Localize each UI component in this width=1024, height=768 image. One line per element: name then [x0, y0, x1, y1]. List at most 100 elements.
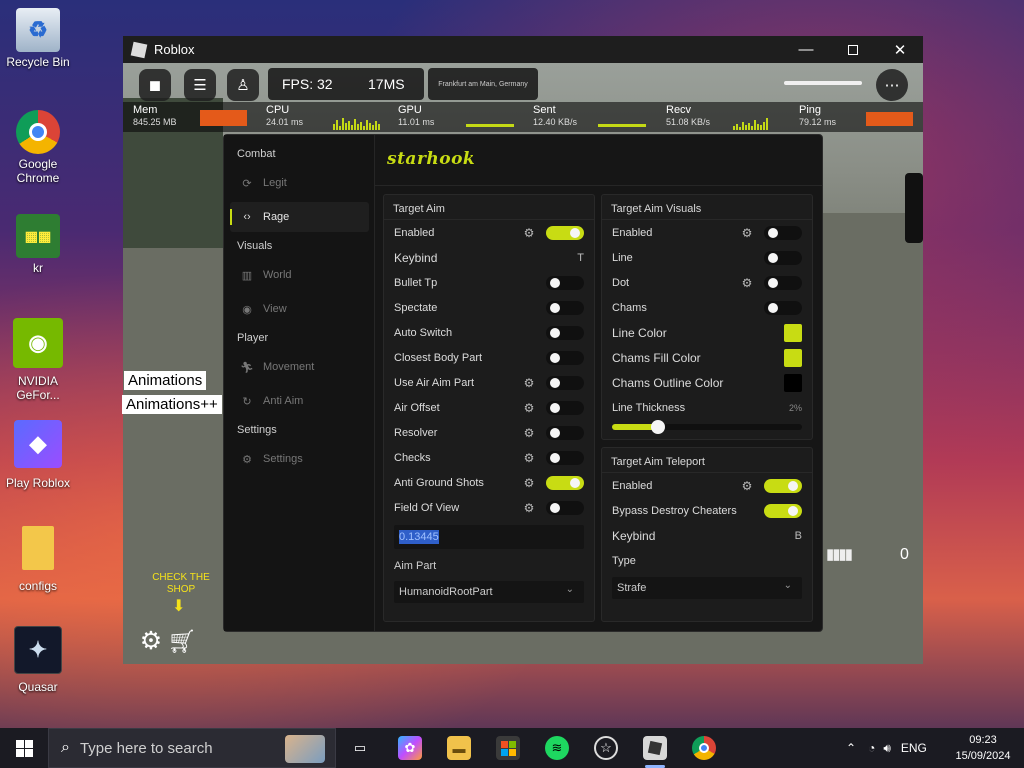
keybind-value[interactable]: B: [795, 530, 802, 542]
taskbar: ⌕ Type here to search ▭ ✿ ▬ ≋ ☆ ⌃ ◔ 🔊︎ E…: [0, 728, 1024, 768]
settings-gear-button[interactable]: ⚙: [137, 627, 165, 655]
panel-title-divider: [384, 219, 594, 220]
sidebar-item-label: World: [263, 269, 292, 281]
task-view-button[interactable]: ▭: [348, 736, 372, 760]
sidebar-item-movement[interactable]: 🏃︎ Movement: [230, 352, 369, 382]
spotify-button[interactable]: ≋: [545, 736, 569, 760]
chams-outline-color-swatch[interactable]: [784, 374, 802, 392]
animations-plus-button[interactable]: Animations++: [122, 395, 222, 414]
chams-fill-color-swatch[interactable]: [784, 349, 802, 367]
maximize-button[interactable]: [830, 36, 876, 63]
gear-icon[interactable]: ⚙: [740, 276, 754, 290]
chevron-up-icon[interactable]: ⌃: [846, 741, 856, 755]
gear-icon[interactable]: ⚙: [522, 476, 536, 490]
roblox-menu-button[interactable]: ◼: [139, 69, 171, 101]
close-button[interactable]: ✕: [877, 36, 923, 63]
gear-icon[interactable]: ⚙: [522, 376, 536, 390]
desktop-icon-google-chrome[interactable]: Google Chrome: [4, 110, 72, 185]
line-thickness-slider[interactable]: [612, 420, 802, 434]
sidebar-item-settings[interactable]: ⚙ Settings: [230, 444, 369, 474]
minimize-button[interactable]: —: [783, 36, 829, 63]
gear-icon[interactable]: ⚙: [522, 426, 536, 440]
toggle-switch[interactable]: [764, 301, 802, 315]
toggle-switch[interactable]: [546, 476, 584, 490]
sidebar-item-legit[interactable]: ⟳ Legit: [230, 168, 369, 198]
row-label: Chams Fill Color: [612, 351, 701, 365]
microsoft-store-button[interactable]: [496, 736, 520, 760]
file-explorer-button[interactable]: ▬: [447, 736, 471, 760]
line-color-swatch[interactable]: [784, 324, 802, 342]
sidebar-item-anti-aim[interactable]: ↻ Anti Aim: [230, 386, 369, 416]
window-titlebar[interactable]: Roblox — ✕: [123, 36, 923, 63]
volume-icon[interactable]: 🔊︎: [883, 741, 891, 756]
language-indicator[interactable]: ENG: [901, 741, 927, 755]
toggle-switch[interactable]: [546, 376, 584, 390]
toggle-switch[interactable]: [546, 351, 584, 365]
panel-title: Target Aim Visuals: [611, 203, 702, 215]
toggle-switch[interactable]: [546, 426, 584, 440]
toggle-switch[interactable]: [546, 401, 584, 415]
toggle-switch[interactable]: [764, 226, 802, 240]
network-icon[interactable]: ◔: [868, 741, 875, 755]
gpu-graph: [466, 124, 514, 127]
roblox-taskbar-button[interactable]: [643, 736, 667, 760]
option-row: Keybind T: [394, 248, 584, 268]
bypass-destroy-cheaters-toggle[interactable]: [764, 504, 802, 518]
gear-icon[interactable]: ⚙: [522, 451, 536, 465]
toggle-switch[interactable]: [546, 501, 584, 515]
option-row: Field Of View ⚙: [394, 498, 584, 518]
quasar-icon: ✦: [14, 626, 62, 674]
fov-value-input[interactable]: 0.13445: [394, 525, 584, 549]
sidebar-item-rage[interactable]: ‹› Rage: [230, 202, 369, 232]
chrome-taskbar-button[interactable]: [692, 736, 716, 760]
emote-button[interactable]: ♙: [227, 69, 259, 101]
more-options-button[interactable]: ⋯: [876, 69, 908, 101]
gear-icon[interactable]: ⚙: [522, 226, 536, 240]
start-button[interactable]: [12, 736, 36, 760]
clock[interactable]: 09:23 15/09/2024: [950, 732, 1016, 764]
panel-target-aim-visuals: Target Aim Visuals Enabled ⚙ Line Dot ⚙ Chams…: [601, 194, 813, 440]
refresh-icon: ⟳: [242, 177, 252, 190]
aim-part-dropdown[interactable]: HumanoidRootPart ⌄: [394, 581, 584, 603]
row-label: Closest Body Part: [394, 352, 483, 364]
desktop-icon-label: configs: [18, 579, 58, 593]
keybind-value[interactable]: T: [577, 252, 584, 264]
stat-recv: Recv 51.08 KB/s: [666, 104, 710, 128]
row-label: Enabled: [612, 227, 653, 239]
toggle-switch[interactable]: [546, 451, 584, 465]
gear-icon[interactable]: ⚙: [740, 479, 754, 493]
sidebar-item-view[interactable]: ◉ View: [230, 294, 369, 324]
desktop-icon-nvidia[interactable]: ◉ NVIDIA GeFor...: [4, 318, 72, 402]
desktop-icon-kr[interactable]: ▦▦ kr: [4, 214, 72, 275]
chams-outline-color-row: Chams Outline Color: [612, 373, 802, 393]
toggle-switch[interactable]: [546, 276, 584, 290]
taskbar-search[interactable]: ⌕ Type here to search: [48, 728, 336, 768]
toggle-switch[interactable]: [546, 301, 584, 315]
toggle-knob: [768, 228, 778, 238]
copilot-button[interactable]: ✿: [398, 736, 422, 760]
slider-thumb[interactable]: [650, 420, 665, 434]
desktop-icon-recycle-bin[interactable]: ♻ Recycle Bin: [4, 8, 72, 69]
desktop-icon-quasar[interactable]: ✦ Quasar: [4, 626, 72, 694]
starhook-logo: starhook: [387, 149, 476, 169]
star-app-button[interactable]: ☆: [594, 736, 618, 760]
teleport-enabled-toggle[interactable]: [764, 479, 802, 493]
row-label: Chams Outline Color: [612, 376, 724, 390]
maximize-icon: [848, 44, 858, 55]
gear-icon[interactable]: ⚙: [522, 401, 536, 415]
toggle-switch[interactable]: [546, 226, 584, 240]
sidebar-item-world[interactable]: ▥ World: [230, 260, 369, 290]
chat-button[interactable]: ☰: [184, 69, 216, 101]
toggle-switch[interactable]: [546, 326, 584, 340]
row-label: Bypass Destroy Cheaters: [612, 505, 737, 517]
desktop-icon-configs[interactable]: configs: [4, 526, 72, 593]
shop-hint: CHECK THE SHOP: [152, 572, 210, 595]
toggle-switch[interactable]: [764, 251, 802, 265]
gear-icon[interactable]: ⚙: [740, 226, 754, 240]
teleport-type-dropdown[interactable]: Strafe ⌄: [612, 577, 802, 599]
animations-button[interactable]: Animations: [124, 371, 207, 390]
toggle-switch[interactable]: [764, 276, 802, 290]
shop-cart-button[interactable]: 🛒︎: [167, 627, 197, 655]
desktop-icon-play-roblox[interactable]: ◆ Play Roblox: [4, 420, 72, 490]
gear-icon[interactable]: ⚙: [522, 501, 536, 515]
